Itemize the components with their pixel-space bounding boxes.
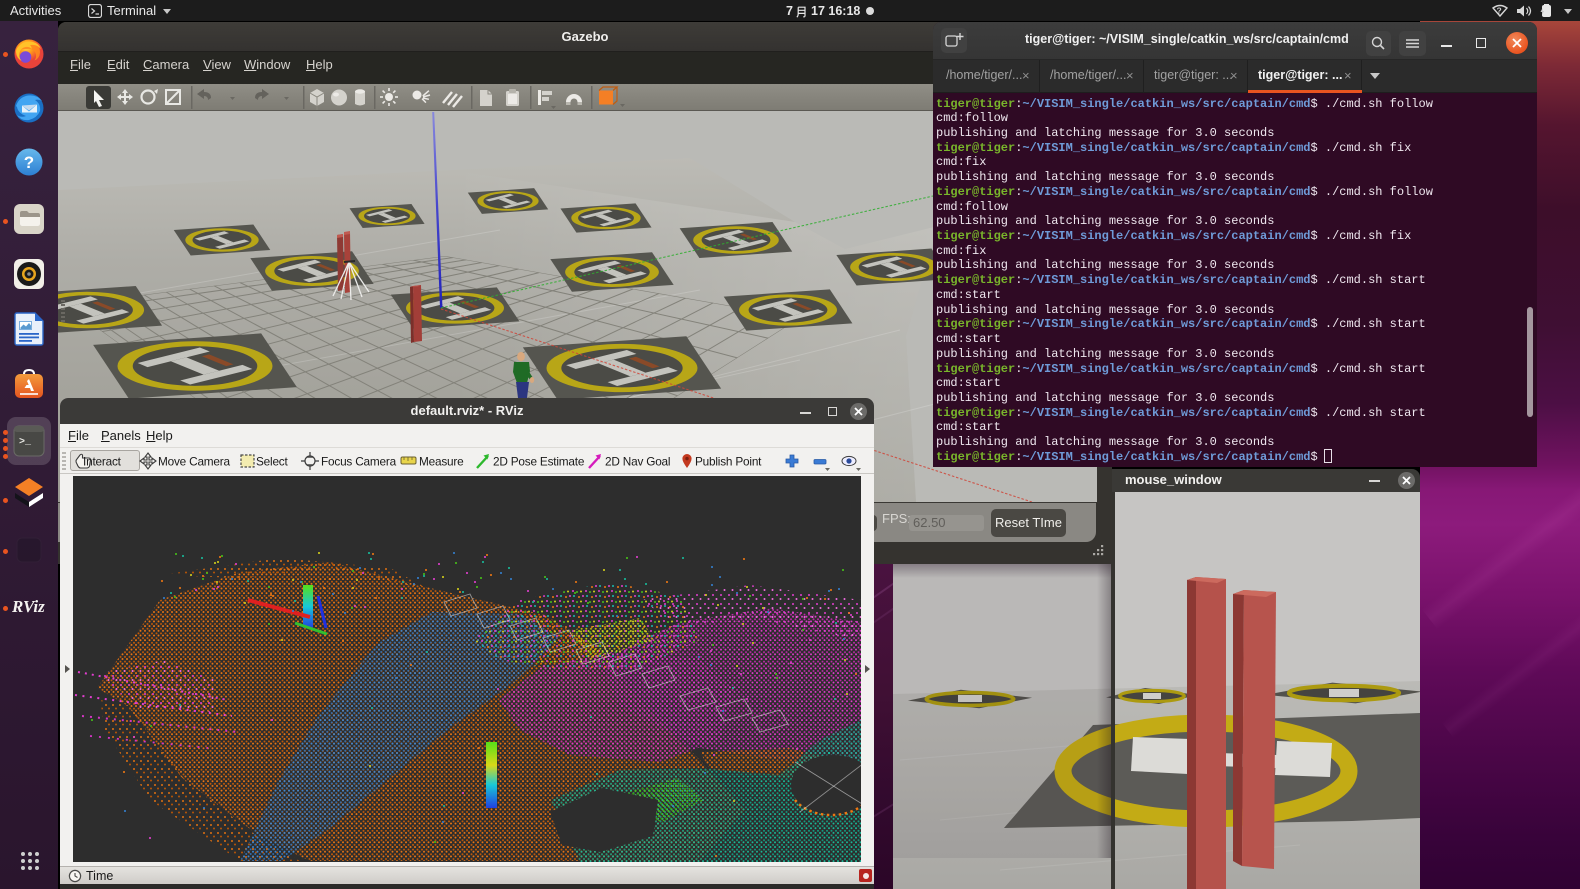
svg-text:2D Pose Estimate: 2D Pose Estimate xyxy=(493,455,585,469)
svg-text:Focus Camera: Focus Camera xyxy=(321,455,397,469)
svg-text:2D Nav Goal: 2D Nav Goal xyxy=(605,455,670,469)
svg-text:?: ? xyxy=(1497,6,1502,16)
svg-text:?: ? xyxy=(24,153,34,172)
svg-text:Publish Point: Publish Point xyxy=(695,455,762,469)
svg-text:Measure: Measure xyxy=(419,455,464,469)
svg-text:>_: >_ xyxy=(19,437,32,448)
svg-text:Select: Select xyxy=(256,455,289,469)
svg-text:Move Camera: Move Camera xyxy=(158,455,231,469)
svg-text:Interact: Interact xyxy=(83,455,122,469)
